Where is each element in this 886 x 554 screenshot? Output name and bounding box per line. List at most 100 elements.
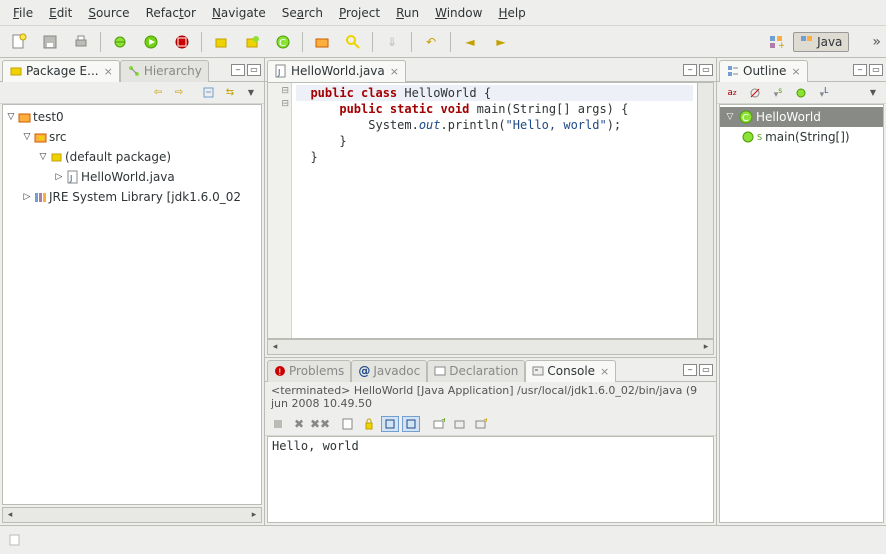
tree-project[interactable]: ▽ test0 [3, 107, 261, 127]
terminate-button[interactable] [269, 416, 287, 432]
code-content[interactable]: public class HelloWorld { public static … [292, 83, 697, 338]
new-console-button[interactable]: + [472, 416, 490, 432]
tab-hierarchy[interactable]: Hierarchy [120, 60, 209, 82]
link-editor-button[interactable]: ⇆ [221, 85, 239, 101]
minimize-view-button[interactable]: ‒ [683, 364, 697, 376]
hide-fields-button[interactable] [746, 85, 764, 101]
tree-file[interactable]: ▷ J HelloWorld.java [3, 167, 261, 187]
menu-window[interactable]: Window [427, 3, 490, 23]
expander-icon[interactable]: ▷ [53, 172, 65, 182]
tab-label: Outline [743, 64, 786, 78]
menu-source[interactable]: Source [80, 3, 137, 23]
close-icon[interactable]: × [791, 65, 800, 78]
hide-local-button[interactable]: ▾L [815, 85, 833, 101]
save-button[interactable] [36, 30, 64, 54]
maximize-view-button[interactable]: ▭ [699, 364, 713, 376]
minimize-view-button[interactable]: ‒ [231, 64, 245, 76]
tab-label: Javadoc [373, 364, 420, 378]
expander-icon[interactable]: ▽ [724, 112, 736, 122]
outline-class[interactable]: ▽ C HelloWorld [720, 107, 883, 127]
class-icon: C [739, 110, 753, 124]
hide-nonpublic-button[interactable] [792, 85, 810, 101]
hide-static-button[interactable]: ▾s [769, 85, 787, 101]
scroll-lock-button[interactable] [360, 416, 378, 432]
maximize-view-button[interactable]: ▭ [247, 64, 261, 76]
tab-declaration[interactable]: Declaration [427, 360, 525, 382]
tab-problems[interactable]: ! Problems [267, 360, 351, 382]
tree-src[interactable]: ▽ src [3, 127, 261, 147]
open-console-button[interactable]: + [430, 416, 448, 432]
tab-outline[interactable]: Outline × [719, 60, 808, 82]
tree-package[interactable]: ▽ (default package) [3, 147, 261, 167]
open-perspective-button[interactable]: + [762, 30, 790, 54]
minimize-view-button[interactable]: ‒ [853, 64, 867, 76]
view-menu-button[interactable]: ▼ [242, 85, 260, 101]
remove-launch-button[interactable]: ✖ [290, 416, 308, 432]
editor-gutter[interactable]: ⊟ ⊟ [268, 83, 292, 338]
close-icon[interactable]: × [600, 365, 609, 378]
menu-run[interactable]: Run [388, 3, 427, 23]
open-type-button[interactable] [308, 30, 336, 54]
menu-help[interactable]: Help [490, 3, 533, 23]
minimize-editor-button[interactable]: ‒ [683, 64, 697, 76]
back-nav-button[interactable]: ⇦ [149, 85, 167, 101]
tab-package-explorer[interactable]: Package E... × [2, 60, 120, 82]
menu-file[interactable]: File [5, 3, 41, 23]
fast-view-button[interactable] [6, 532, 24, 548]
search-button[interactable] [339, 30, 367, 54]
run-button[interactable] [137, 30, 165, 54]
clear-console-button[interactable] [339, 416, 357, 432]
last-edit-button[interactable]: ↶ [417, 30, 445, 54]
fold-icon[interactable]: ⊟ [268, 99, 291, 109]
fold-icon[interactable]: ⊟ [268, 86, 291, 96]
forward-button[interactable]: ► [487, 30, 515, 54]
print-button[interactable] [67, 30, 95, 54]
new-class-button[interactable] [238, 30, 266, 54]
outline-method[interactable]: S main(String[]) [720, 127, 883, 147]
sort-button[interactable]: az [723, 85, 741, 101]
toolbar-overflow-icon[interactable]: » [872, 34, 881, 50]
new-package-button[interactable] [207, 30, 235, 54]
maximize-view-button[interactable]: ▭ [869, 64, 883, 76]
collapse-all-button[interactable] [200, 85, 218, 101]
view-menu-button[interactable]: ▼ [864, 85, 882, 101]
code-editor[interactable]: ⊟ ⊟ public class HelloWorld { public sta… [267, 82, 714, 339]
close-icon[interactable]: × [104, 65, 113, 78]
menu-search[interactable]: Search [274, 3, 331, 23]
horizontal-scrollbar[interactable]: ◂▸ [267, 339, 714, 355]
menu-navigate[interactable]: Navigate [204, 3, 274, 23]
outline-tree[interactable]: ▽ C HelloWorld S main(String[]) [719, 104, 884, 523]
new-button[interactable] [5, 30, 33, 54]
tree-jre[interactable]: ▷ JRE System Library [jdk1.6.0_02 [3, 187, 261, 207]
annotation-nav-button[interactable]: ⇓ [378, 30, 406, 54]
forward-nav-button[interactable]: ⇨ [170, 85, 188, 101]
display-selected-button[interactable] [402, 416, 420, 432]
run-external-button[interactable] [168, 30, 196, 54]
maximize-editor-button[interactable]: ▭ [699, 64, 713, 76]
expander-icon[interactable]: ▽ [21, 132, 33, 142]
menu-edit[interactable]: Edit [41, 3, 80, 23]
tab-label: Declaration [449, 364, 518, 378]
debug-button[interactable] [106, 30, 134, 54]
close-icon[interactable]: × [390, 65, 399, 78]
console-select-button[interactable] [451, 416, 469, 432]
pin-console-button[interactable] [381, 416, 399, 432]
horizontal-scrollbar[interactable]: ◂▸ [2, 507, 262, 523]
perspective-java[interactable]: Java [793, 32, 849, 52]
package-explorer-tree[interactable]: ▽ test0 ▽ src ▽ (default package) ▷ J [2, 104, 262, 505]
back-button[interactable]: ◄ [456, 30, 484, 54]
new-type-button[interactable]: C [269, 30, 297, 54]
menu-project[interactable]: Project [331, 3, 388, 23]
remove-all-button[interactable]: ✖✖ [311, 416, 329, 432]
console-output[interactable]: Hello, world [267, 436, 714, 523]
menu-refactor[interactable]: Refactor [138, 3, 204, 23]
vertical-scrollbar[interactable] [697, 83, 713, 338]
tab-javadoc[interactable]: @ Javadoc [351, 360, 427, 382]
editor-tab[interactable]: J HelloWorld.java × [267, 60, 406, 82]
expander-icon[interactable]: ▽ [37, 152, 49, 162]
tree-label: HelloWorld.java [81, 170, 175, 184]
tab-console[interactable]: Console × [525, 360, 616, 382]
console-status: <terminated> HelloWorld [Java Applicatio… [265, 382, 716, 412]
expander-icon[interactable]: ▷ [21, 192, 33, 202]
expander-icon[interactable]: ▽ [5, 112, 17, 122]
